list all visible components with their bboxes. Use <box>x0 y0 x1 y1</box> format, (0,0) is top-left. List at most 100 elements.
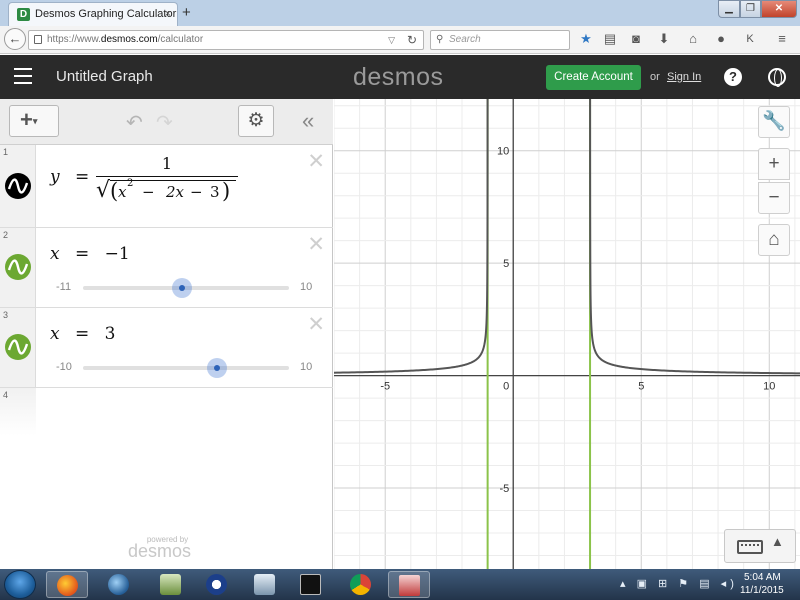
expression-index-cell: 4 <box>0 388 36 436</box>
app-icon <box>206 574 227 595</box>
delete-expression-icon[interactable]: ✕ <box>307 312 325 337</box>
expression-row-3[interactable]: 3 x = 3 -10 10 ✕ <box>0 308 333 388</box>
start-button[interactable] <box>4 570 36 599</box>
url-prefix: https://www. <box>47 34 101 45</box>
math-numerator: 1 <box>161 154 173 173</box>
delete-expression-icon[interactable]: ✕ <box>307 149 325 174</box>
expression-row-2[interactable]: 2 x = −1 -11 10 ✕ <box>0 228 333 308</box>
expression-math[interactable]: x = 3 <box>50 324 115 344</box>
create-account-button[interactable]: Create Account <box>546 65 641 90</box>
new-tab-button[interactable]: + <box>182 4 191 21</box>
slider-track[interactable] <box>83 358 289 378</box>
star-icon[interactable]: ★ <box>577 30 595 48</box>
sign-in-link[interactable]: Sign In <box>667 71 701 83</box>
reading-list-icon[interactable]: ▤ <box>601 30 619 48</box>
slider-thumb[interactable] <box>171 278 192 298</box>
home-view-icon[interactable]: ⌂ <box>758 224 790 256</box>
search-icon: ⚲ <box>436 34 444 45</box>
slider-track[interactable] <box>83 278 289 298</box>
zoom-out-button[interactable]: − <box>758 182 790 214</box>
search-input[interactable]: ⚲ Search <box>430 30 570 50</box>
graph-svg[interactable]: -5 0 5 10 10 5 -5 <box>334 99 800 569</box>
url-bar[interactable]: https://www.desmos.com/calculator ▽ ↻ <box>28 30 424 50</box>
expression-math[interactable]: x = −1 <box>50 244 130 264</box>
delete-expression-icon[interactable]: ✕ <box>307 232 325 257</box>
taskbar-app-3[interactable] <box>150 571 192 598</box>
slider-max-label[interactable]: 10 <box>300 281 312 293</box>
taskbar-chrome[interactable] <box>340 571 382 598</box>
taskbar-app-4[interactable] <box>196 571 238 598</box>
pocket-icon[interactable]: ◙ <box>627 30 645 48</box>
browser-tab[interactable]: D Desmos Graphing Calculator × <box>8 2 178 26</box>
math-lhs: x <box>50 324 60 344</box>
x-tick-label: 0 <box>503 381 509 393</box>
slider-min-label[interactable]: -10 <box>56 361 72 373</box>
redo-icon[interactable]: ↷ <box>156 110 173 135</box>
window-close-button[interactable]: ✕ <box>761 0 797 18</box>
expression-panel: +▾ ↶ ↷ ⚙ « 1 y = 1 √ ( x 2 − 2x − 3) ✕ … <box>0 99 333 569</box>
keypad-toggle-button[interactable]: ▲ <box>724 529 796 563</box>
download-icon[interactable]: ⬇ <box>655 30 673 48</box>
math-value: −1 <box>104 244 130 264</box>
expression-row-1[interactable]: 1 y = 1 √ ( x 2 − 2x − 3 ) ✕ <box>0 145 333 228</box>
window-maximize-button[interactable]: ❐ <box>740 0 761 18</box>
math-equals: = <box>75 167 90 187</box>
url-dropdown-icon[interactable]: ▽ <box>388 31 395 49</box>
graph-style-icon[interactable] <box>5 334 31 360</box>
add-item-button[interactable]: +▾ <box>9 105 59 137</box>
window-minimize-button[interactable]: ▁ <box>718 0 740 18</box>
zoom-in-button[interactable]: + <box>758 148 790 180</box>
tray-icons[interactable]: ▴ ▣ ⊞ ⚑ ▤ ◂) <box>620 577 738 590</box>
taskbar-app-8[interactable] <box>388 571 430 598</box>
radicand-minus-1: − <box>142 183 155 201</box>
browser-nav-bar: ← https://www.desmos.com/calculator ▽ ↻ … <box>0 26 800 54</box>
firefox-icon <box>57 575 78 596</box>
expression-index: 2 <box>3 230 9 240</box>
radicand-x: x <box>118 183 127 201</box>
search-placeholder: Search <box>449 34 481 45</box>
help-icon[interactable]: ? <box>724 68 742 86</box>
undo-icon[interactable]: ↶ <box>126 110 143 135</box>
x-tick-label: 10 <box>763 381 775 393</box>
addon-icon[interactable]: K <box>741 30 759 48</box>
chat-icon[interactable]: ● <box>712 30 730 48</box>
taskbar-firefox[interactable] <box>46 571 88 598</box>
collapse-panel-icon[interactable]: « <box>302 108 314 134</box>
math-lhs: x <box>50 244 60 264</box>
slider-thumb[interactable] <box>206 358 227 378</box>
math-lhs: y <box>50 167 60 187</box>
math-equals: = <box>75 324 90 344</box>
globe-icon[interactable] <box>768 68 786 87</box>
taskbar-app-5[interactable] <box>244 571 286 598</box>
slider-min-label[interactable]: -11 <box>56 281 71 293</box>
taskbar-thunderbird[interactable] <box>98 571 140 598</box>
hamburger-menu-icon[interactable] <box>14 68 32 84</box>
slider-max-label[interactable]: 10 <box>300 361 312 373</box>
url-path: /calculator <box>157 34 204 45</box>
y-tick-label: -5 <box>499 483 509 495</box>
radicand-exponent: 2 <box>127 178 134 189</box>
expression-index-cell: 1 <box>0 145 36 227</box>
settings-gear-icon[interactable]: ⚙ <box>238 105 274 137</box>
desmos-logo: desmos <box>353 63 444 91</box>
taskbar-cmd[interactable] <box>290 571 332 598</box>
wrench-icon[interactable]: 🔧 <box>758 106 790 138</box>
graph-style-icon[interactable] <box>5 254 31 280</box>
expression-math[interactable]: y = <box>50 167 99 187</box>
tab-title: Desmos Graphing Calculator <box>35 8 177 20</box>
tab-close-icon[interactable]: × <box>165 3 171 25</box>
menu-icon[interactable]: ≡ <box>773 30 791 48</box>
radicand-2x: 2x <box>166 183 185 201</box>
back-button[interactable]: ← <box>4 28 26 50</box>
lock-icon <box>34 35 42 44</box>
reload-icon[interactable]: ↻ <box>407 31 417 49</box>
graph-paper[interactable]: -5 0 5 10 10 5 -5 <box>334 99 800 569</box>
y-tick-label: 5 <box>503 258 509 270</box>
expression-row-4[interactable]: 4 <box>0 388 333 436</box>
home-icon[interactable]: ⌂ <box>684 30 702 48</box>
clock-time[interactable]: 5:04 AM <box>744 572 781 583</box>
caret-up-icon: ▲ <box>771 534 784 549</box>
graph-title[interactable]: Untitled Graph <box>56 68 153 85</box>
graph-style-icon[interactable] <box>5 173 31 199</box>
clock-date[interactable]: 11/1/2015 <box>740 585 784 596</box>
